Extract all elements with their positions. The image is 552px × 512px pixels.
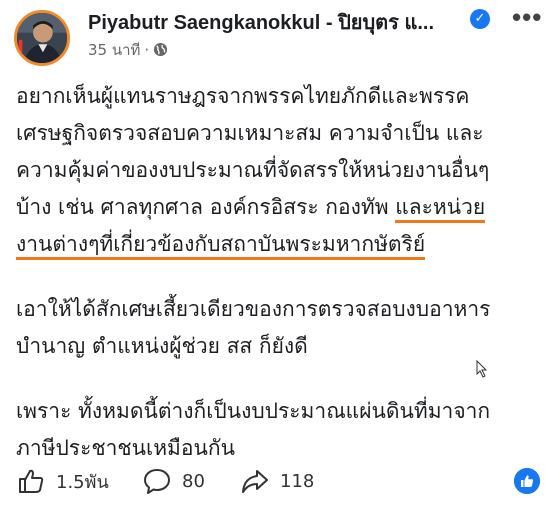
share-count: 118 xyxy=(280,470,315,492)
text-line: เพราะ ทั้งหมดนี้ต่างก็เป็นงบประมาณแผ่นดิ… xyxy=(16,399,491,423)
more-options-button[interactable]: ••• xyxy=(512,2,542,33)
facebook-post: Piyabutr Saengkanokkul - ปิยบุตร แ... ✓ … xyxy=(0,0,552,512)
post-body: อยากเห็นผู้แทนราษฎรจากพรรคไทยภักดีและพรร… xyxy=(16,78,546,467)
like-button[interactable]: 1.5พัน xyxy=(16,466,109,496)
like-reaction-icon[interactable] xyxy=(514,468,540,494)
text-line: เศรษฐกิจตรวจสอบความเหมาะสม ความจำเป็น แล… xyxy=(16,121,484,145)
highlighted-text: งานต่างๆที่เกี่ยวข้องกับสถาบันพระมหากษัต… xyxy=(16,232,426,260)
text-line: เอาให้ได้สักเศษเสี้ยวเดียวของการตรวจสอบง… xyxy=(16,297,491,321)
text-line: งานต่างๆที่เกี่ยวข้องกับสถาบันพระมหากษัต… xyxy=(16,226,546,263)
text-line: บ้าง เช่น ศาลทุกศาล องค์กรอิสระ กองทัพ แ… xyxy=(16,189,546,226)
text-line: ความคุ้มค่าของงบประมาณที่จัดสรรให้หน่วยง… xyxy=(16,158,490,182)
paragraph-1: อยากเห็นผู้แทนราษฎรจากพรรคไทยภักดีและพรร… xyxy=(16,78,546,263)
text-line: อยากเห็นผู้แทนราษฎรจากพรรคไทยภักดีและพรร… xyxy=(16,84,470,108)
avatar[interactable] xyxy=(14,10,70,66)
mouse-cursor-icon xyxy=(476,360,488,378)
share-button[interactable]: 118 xyxy=(240,466,314,496)
paragraph-2: เอาให้ได้สักเศษเสี้ยวเดียวของการตรวจสอบง… xyxy=(16,291,546,365)
meta-separator: · xyxy=(144,41,150,59)
comment-button[interactable]: 80 xyxy=(142,466,205,496)
verified-icon: ✓ xyxy=(470,9,490,29)
post-time[interactable]: 35 นาที xyxy=(88,41,140,59)
comment-count: 80 xyxy=(182,470,205,492)
text-line: บำนาญ ตำแหน่งผู้ช่วย สส ก็ยังดี xyxy=(16,334,308,358)
author-name[interactable]: Piyabutr Saengkanokkul - ปิยบุตร แ... xyxy=(88,6,434,38)
post-actions: 1.5พัน 80 118 xyxy=(0,454,552,504)
like-count: 1.5พัน xyxy=(56,471,109,493)
comment-icon xyxy=(144,469,170,494)
globe-icon xyxy=(154,42,168,57)
text-segment: บ้าง เช่น ศาลทุกศาล องค์กรอิสระ กองทัพ xyxy=(16,195,396,219)
like-icon xyxy=(19,469,44,493)
post-meta: 35 นาที · xyxy=(88,38,168,62)
highlighted-text: และหน่วย xyxy=(395,195,486,223)
share-icon xyxy=(242,470,268,493)
